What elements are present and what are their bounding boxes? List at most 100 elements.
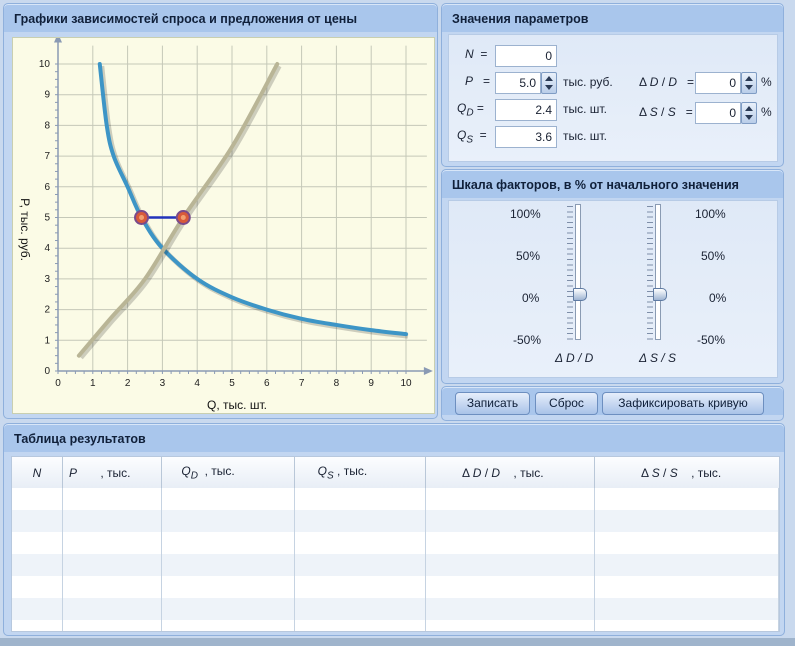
- table-cell[interactable]: [62, 620, 162, 631]
- y-tick-label: 8: [44, 120, 50, 131]
- table-row[interactable]: [12, 554, 779, 576]
- demand-curve: [97, 62, 408, 337]
- supply-demand-chart[interactable]: 0 1 2 3 4 5 6 7 8 9 10 0 1 2 3 4 5 6 7 8 9 10 Q, тыс. шт. P, ты…: [13, 33, 434, 413]
- table-cell[interactable]: [12, 620, 63, 631]
- table-cell[interactable]: [294, 554, 426, 576]
- p-unit: тыс. руб.: [563, 75, 613, 89]
- table-cell[interactable]: [594, 576, 779, 598]
- table-cell[interactable]: [594, 554, 779, 576]
- table-cell[interactable]: [62, 532, 162, 554]
- dd-spinner[interactable]: [741, 72, 757, 94]
- table-cell[interactable]: [594, 532, 779, 554]
- x-tick-label: 1: [90, 378, 96, 389]
- table-cell[interactable]: [12, 554, 63, 576]
- table-cell[interactable]: [12, 532, 63, 554]
- n-label: N =: [465, 47, 488, 61]
- y-tick-label: 7: [44, 151, 50, 162]
- col-p-header[interactable]: P , тыс.: [62, 457, 162, 488]
- table-row[interactable]: [12, 620, 779, 631]
- table-cell[interactable]: [12, 598, 63, 620]
- scale-left-100: 100%: [510, 207, 541, 221]
- ds-slider-track[interactable]: [655, 204, 661, 340]
- col-ds-header[interactable]: Δ S / S , тыс.: [594, 457, 779, 488]
- results-body: [12, 488, 779, 631]
- table-cell[interactable]: [12, 576, 63, 598]
- table-cell[interactable]: [161, 488, 295, 510]
- table-cell[interactable]: [594, 510, 779, 532]
- table-cell[interactable]: [62, 576, 162, 598]
- n-field[interactable]: 0: [495, 45, 557, 67]
- table-row[interactable]: [12, 510, 779, 532]
- table-cell[interactable]: [161, 510, 295, 532]
- table-cell[interactable]: [294, 598, 426, 620]
- table-cell[interactable]: [62, 510, 162, 532]
- qs-field[interactable]: 3.6: [495, 126, 557, 148]
- dd-slider-track[interactable]: [575, 204, 581, 340]
- table-cell[interactable]: [425, 576, 595, 598]
- table-cell[interactable]: [161, 532, 295, 554]
- results-table[interactable]: N P , тыс. QD , тыс. QS , тыс. Δ D / D ,…: [11, 456, 780, 632]
- ds-field[interactable]: 0: [695, 102, 741, 124]
- table-cell[interactable]: [161, 576, 295, 598]
- table-cell[interactable]: [294, 488, 426, 510]
- table-cell[interactable]: [12, 510, 63, 532]
- table-cell[interactable]: [425, 620, 595, 631]
- factors-panel-title: Шкала факторов, в % от начального значен…: [452, 178, 739, 192]
- ds-spinner[interactable]: [741, 102, 757, 124]
- spin-down-icon[interactable]: [545, 85, 553, 90]
- dd-slider-thumb[interactable]: [573, 288, 587, 301]
- table-cell[interactable]: [62, 488, 162, 510]
- spin-down-icon[interactable]: [745, 85, 753, 90]
- qs-label: QS =: [457, 128, 487, 146]
- x-tick-label: 0: [55, 378, 61, 389]
- col-ds-unit: , тыс.: [691, 465, 722, 480]
- spin-up-icon[interactable]: [745, 76, 753, 81]
- p-spinner[interactable]: [541, 72, 557, 94]
- table-cell[interactable]: [294, 576, 426, 598]
- table-cell[interactable]: [594, 488, 779, 510]
- qd-label: QD =: [457, 101, 484, 119]
- fix-curve-button[interactable]: Зафиксировать кривую: [602, 392, 764, 415]
- table-cell[interactable]: [161, 598, 295, 620]
- p-label: P =: [465, 74, 491, 88]
- table-row[interactable]: [12, 532, 779, 554]
- table-cell[interactable]: [425, 488, 595, 510]
- table-cell[interactable]: [594, 620, 779, 631]
- table-cell[interactable]: [12, 488, 63, 510]
- table-cell[interactable]: [294, 510, 426, 532]
- qd-field[interactable]: 2.4: [495, 99, 557, 121]
- spin-down-icon[interactable]: [745, 115, 753, 120]
- x-tick-label: 5: [229, 378, 235, 389]
- table-cell[interactable]: [161, 554, 295, 576]
- table-cell[interactable]: [594, 598, 779, 620]
- table-cell[interactable]: [425, 598, 595, 620]
- scale-right-50: 50%: [701, 249, 726, 263]
- table-cell[interactable]: [425, 554, 595, 576]
- scale-left-50: 50%: [516, 249, 541, 263]
- table-row[interactable]: [12, 598, 779, 620]
- x-tick-label: 9: [368, 378, 374, 389]
- record-button[interactable]: Записать: [455, 392, 530, 415]
- table-row[interactable]: [12, 576, 779, 598]
- col-dd-header[interactable]: Δ D / D , тыс.: [425, 457, 595, 488]
- table-cell[interactable]: [161, 620, 295, 631]
- col-qd-header[interactable]: QD , тыс.: [161, 457, 295, 488]
- table-row[interactable]: [12, 488, 779, 510]
- p-field[interactable]: 5.0: [495, 72, 541, 94]
- col-qs-header[interactable]: QS , тыс.: [294, 457, 426, 488]
- table-cell[interactable]: [62, 554, 162, 576]
- dd-field[interactable]: 0: [695, 72, 741, 94]
- table-cell[interactable]: [294, 532, 426, 554]
- params-panel: Значения параметров N = 0 P = 5.0 тыс. р…: [441, 3, 784, 167]
- qs-unit: тыс. шт.: [563, 129, 607, 143]
- col-n-header[interactable]: N: [12, 457, 63, 488]
- reset-button[interactable]: Сброс: [535, 392, 598, 415]
- ds-slider-thumb[interactable]: [653, 288, 667, 301]
- table-cell[interactable]: [425, 510, 595, 532]
- spin-up-icon[interactable]: [745, 106, 753, 111]
- spin-up-icon[interactable]: [545, 76, 553, 81]
- y-tick-label: 2: [44, 305, 50, 316]
- table-cell[interactable]: [62, 598, 162, 620]
- table-cell[interactable]: [294, 620, 426, 631]
- table-cell[interactable]: [425, 532, 595, 554]
